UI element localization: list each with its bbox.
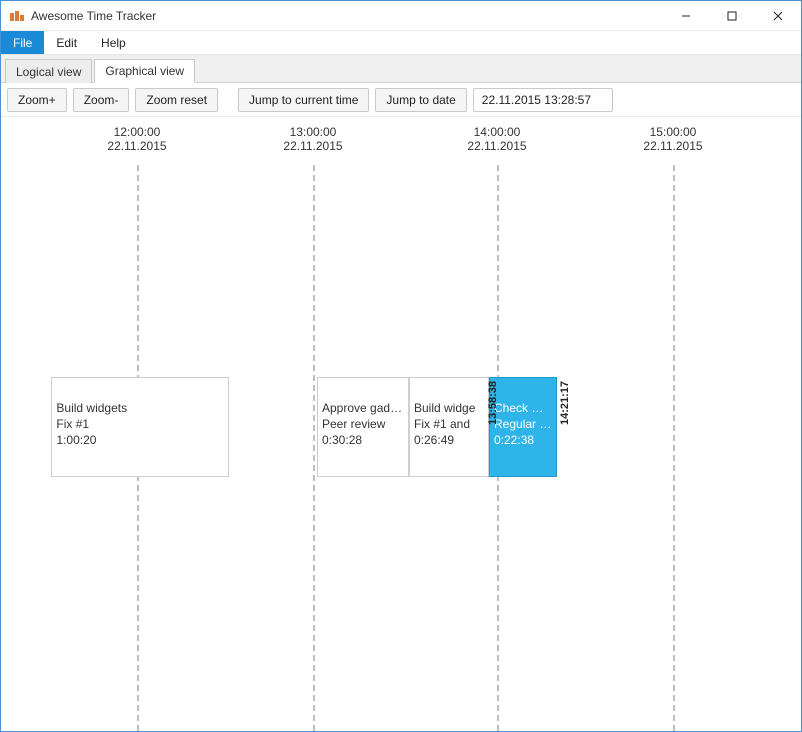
tick-date: 22.11.2015 xyxy=(467,139,526,153)
event-subtitle: Regular ch... xyxy=(494,416,552,432)
event-title: Build widge xyxy=(414,400,484,416)
event-title: Check wid... xyxy=(494,400,552,416)
zoom-out-button[interactable]: Zoom- xyxy=(73,88,130,112)
tick-label: 12:00:0022.11.2015 xyxy=(107,125,166,153)
timeline-event[interactable]: Check wid...Regular ch...0:22:38 xyxy=(489,377,557,477)
jump-date-button[interactable]: Jump to date xyxy=(375,88,466,112)
event-duration: 1:00:20 xyxy=(56,432,224,448)
timeline-event[interactable]: Build widgetsFix #11:00:20 xyxy=(51,377,229,477)
tab-graphical-view[interactable]: Graphical view xyxy=(94,59,195,83)
event-duration: 0:22:38 xyxy=(494,432,552,448)
tick-time: 15:00:00 xyxy=(643,125,702,139)
jump-current-button[interactable]: Jump to current time xyxy=(238,88,369,112)
tick-date: 22.11.2015 xyxy=(643,139,702,153)
tick-date: 22.11.2015 xyxy=(283,139,342,153)
tick-time: 12:00:00 xyxy=(107,125,166,139)
menu-help[interactable]: Help xyxy=(89,31,138,54)
zoom-in-button[interactable]: Zoom+ xyxy=(7,88,67,112)
event-subtitle: Peer review xyxy=(322,416,404,432)
window-title: Awesome Time Tracker xyxy=(31,9,156,23)
tick-time: 13:00:00 xyxy=(283,125,342,139)
tabstrip: Logical view Graphical view xyxy=(1,55,801,83)
menu-edit[interactable]: Edit xyxy=(44,31,89,54)
timeline-event[interactable]: Build widgeFix #1 and 0:26:49 xyxy=(409,377,489,477)
tick-date: 22.11.2015 xyxy=(107,139,166,153)
tick-label: 13:00:0022.11.2015 xyxy=(283,125,342,153)
tick-label: 14:00:0022.11.2015 xyxy=(467,125,526,153)
timeline-event[interactable]: Approve gadgetsPeer review0:30:28 xyxy=(317,377,409,477)
zoom-reset-button[interactable]: Zoom reset xyxy=(135,88,218,112)
titlebar: Awesome Time Tracker xyxy=(1,1,801,31)
event-duration: 0:30:28 xyxy=(322,432,404,448)
tick-label: 15:00:0022.11.2015 xyxy=(643,125,702,153)
toolbar: Zoom+ Zoom- Zoom reset Jump to current t… xyxy=(1,83,801,117)
tick-time: 14:00:00 xyxy=(467,125,526,139)
menubar: File Edit Help xyxy=(1,31,801,55)
maximize-button[interactable] xyxy=(709,1,755,31)
tab-logical-view[interactable]: Logical view xyxy=(5,59,92,83)
time-marker: 13:58:38 xyxy=(487,381,499,425)
menu-file[interactable]: File xyxy=(1,31,44,54)
timeline-area[interactable]: 12:00:0022.11.201513:00:0022.11.201514:0… xyxy=(1,117,801,731)
close-button[interactable] xyxy=(755,1,801,31)
event-title: Build widgets xyxy=(56,400,224,416)
minimize-button[interactable] xyxy=(663,1,709,31)
event-duration: 0:26:49 xyxy=(414,432,484,448)
event-subtitle: Fix #1 and xyxy=(414,416,484,432)
event-title: Approve gadgets xyxy=(322,400,404,416)
time-marker: 14:21:17 xyxy=(559,381,571,425)
event-subtitle: Fix #1 xyxy=(56,416,224,432)
date-input[interactable] xyxy=(473,88,613,112)
app-icon xyxy=(9,8,25,24)
